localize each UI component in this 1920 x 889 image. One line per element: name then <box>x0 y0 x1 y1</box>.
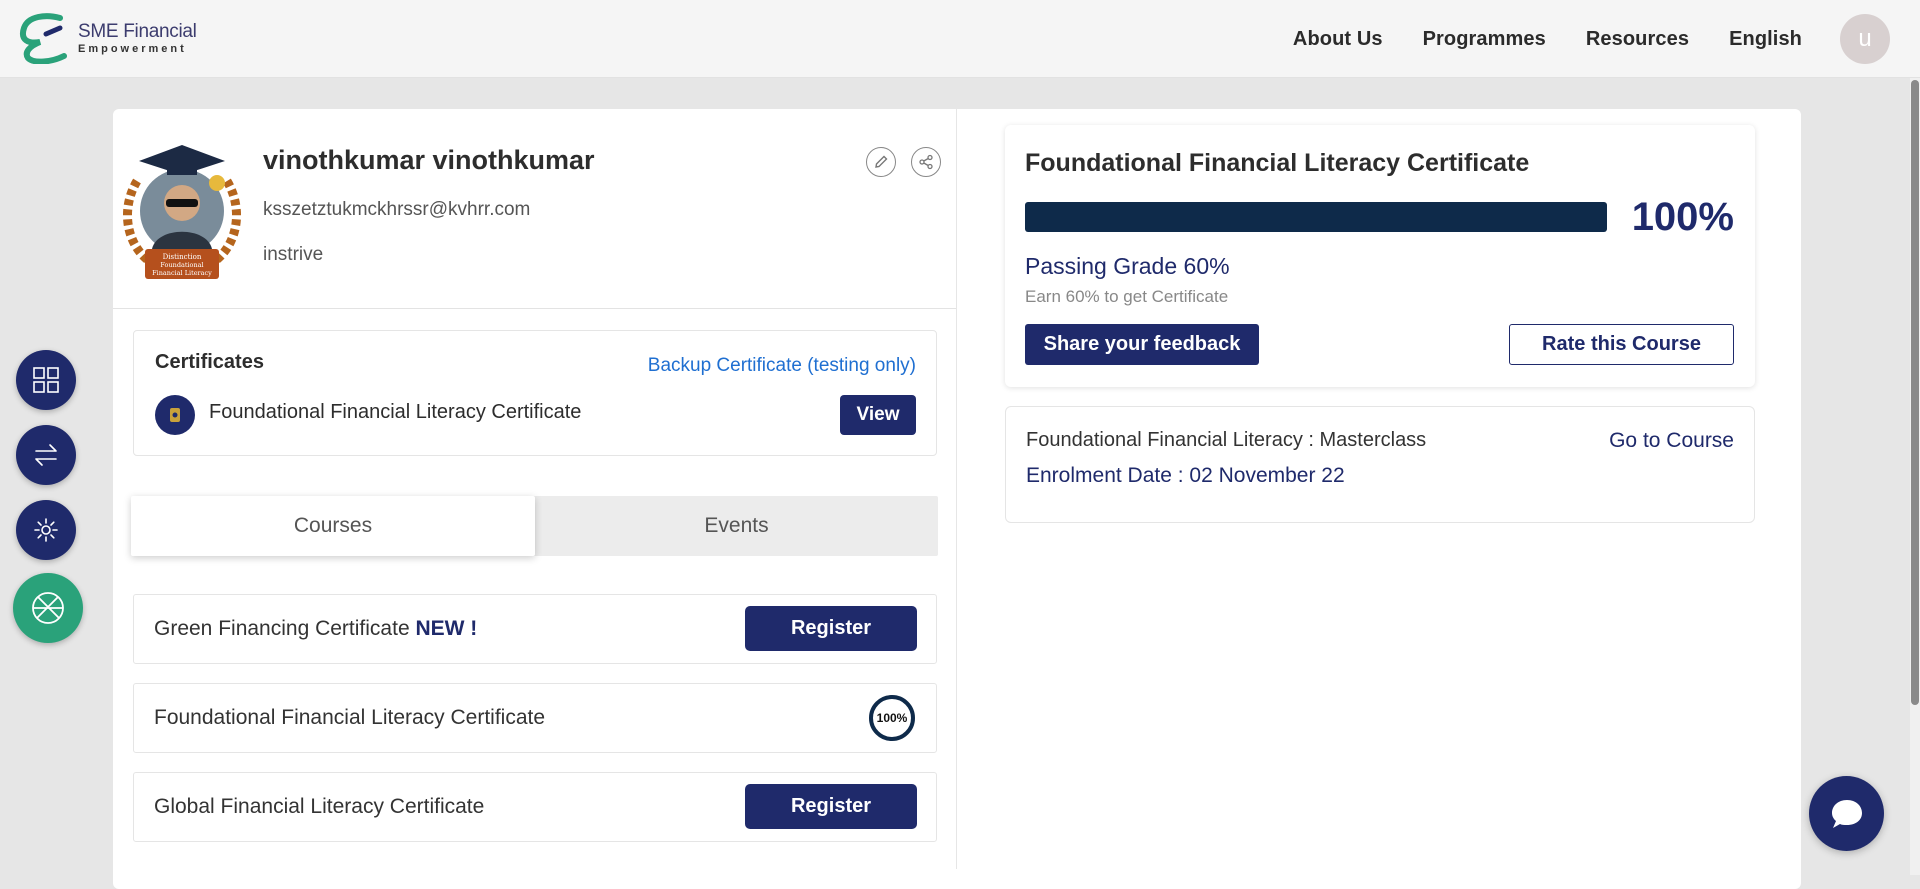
profile-name: vinothkumar vinothkumar <box>263 145 595 175</box>
course-row-green-financing: Green Financing Certificate NEW ! Regist… <box>133 594 937 664</box>
chat-bubble-icon <box>1831 799 1862 828</box>
progress-card-title: Foundational Financial Literacy Certific… <box>1025 149 1530 177</box>
share-feedback-button[interactable]: Share your feedback <box>1025 324 1259 365</box>
chat-button[interactable] <box>1809 776 1884 851</box>
dashboard-icon <box>33 367 59 393</box>
certificate-progress-card: Foundational Financial Literacy Certific… <box>1005 125 1755 387</box>
switch-icon <box>35 444 57 466</box>
profile-header: Distinction Foundational Financial Liter… <box>113 109 956 309</box>
edit-profile-button[interactable] <box>866 147 896 177</box>
progress-bar <box>1025 202 1607 232</box>
register-button[interactable]: Register <box>745 784 917 829</box>
course-title: Green Financing Certificate NEW ! <box>154 617 477 641</box>
share-icon <box>919 154 933 170</box>
rate-course-button[interactable]: Rate this Course <box>1509 324 1734 365</box>
pencil-icon <box>875 155 888 168</box>
course-title: Global Financial Literacy Certificate <box>154 795 485 818</box>
view-certificate-button[interactable]: View <box>840 395 916 435</box>
course-title: Foundational Financial Literacy Certific… <box>154 706 546 729</box>
nav-programmes[interactable]: Programmes <box>1423 28 1546 51</box>
tab-courses[interactable]: Courses <box>131 496 535 556</box>
nav-about-us[interactable]: About Us <box>1293 28 1383 51</box>
masterclass-card: Foundational Financial Literacy : Master… <box>1005 406 1755 523</box>
main-nav: About Us Programmes Resources English <box>1293 0 1802 78</box>
course-row-foundational: Foundational Financial Literacy Certific… <box>133 683 937 753</box>
right-column: Foundational Financial Literacy Certific… <box>957 109 1801 889</box>
badge-line-3: Financial Literacy <box>152 269 212 277</box>
course-row-global: Global Financial Literacy Certificate Re… <box>133 772 937 842</box>
left-column: Distinction Foundational Financial Liter… <box>113 109 957 869</box>
certificate-icon <box>155 395 195 435</box>
share-profile-button[interactable] <box>911 147 941 177</box>
earn-note: Earn 60% to get Certificate <box>1025 287 1229 306</box>
profile-badge: Distinction Foundational Financial Liter… <box>117 141 247 281</box>
profile-organization: instrive <box>263 244 324 265</box>
progress-bar-fill <box>1025 202 1607 232</box>
nav-language[interactable]: English <box>1729 28 1802 51</box>
badge-line-2: Foundational <box>160 261 203 269</box>
globe-icon <box>32 592 64 624</box>
go-to-course-link[interactable]: Go to Course <box>1609 429 1734 453</box>
certificates-title: Certificates <box>155 351 264 373</box>
tab-bar: Courses Events <box>131 496 938 556</box>
new-badge: NEW ! <box>415 617 478 640</box>
page-scrollbar[interactable] <box>1910 78 1920 875</box>
globe-button[interactable] <box>13 573 83 643</box>
user-avatar[interactable]: u <box>1840 14 1890 64</box>
tab-events[interactable]: Events <box>535 496 938 556</box>
course-progress-label: 100% <box>876 711 908 725</box>
backup-certificate-link[interactable]: Backup Certificate (testing only) <box>648 355 916 377</box>
course-title-text: Green Financing Certificate <box>154 617 410 640</box>
register-button[interactable]: Register <box>745 606 917 651</box>
profile-dashboard-card: Distinction Foundational Financial Liter… <box>113 109 1801 889</box>
settings-button[interactable] <box>16 500 76 560</box>
enrolment-date: Enrolment Date : 02 November 22 <box>1026 464 1345 487</box>
switch-button[interactable] <box>16 425 76 485</box>
profile-email: ksszetztukmckhrssr@kvhrr.com <box>263 199 531 220</box>
top-navigation-bar: SME Financial Empowerment About Us Progr… <box>0 0 1920 78</box>
logo-title: SME Financial <box>78 20 197 42</box>
logo-tagline: Empowerment <box>78 42 187 55</box>
certificate-name: Foundational Financial Literacy Certific… <box>209 401 582 423</box>
settings-icon <box>34 518 58 542</box>
scrollbar-thumb[interactable] <box>1911 80 1919 705</box>
brand-logo[interactable]: SME Financial Empowerment <box>16 12 197 64</box>
badge-line-1: Distinction <box>163 253 202 261</box>
graduation-badge-icon: Distinction Foundational Financial Liter… <box>122 145 242 279</box>
passing-grade: Passing Grade 60% <box>1025 253 1230 279</box>
nav-resources[interactable]: Resources <box>1586 28 1689 51</box>
masterclass-title: Foundational Financial Literacy : Master… <box>1026 429 1427 451</box>
course-progress-ring: 100% <box>867 693 917 743</box>
certificates-panel: Certificates Backup Certificate (testing… <box>133 330 937 456</box>
progress-percent: 100% <box>1631 195 1734 239</box>
dashboard-button[interactable] <box>16 350 76 410</box>
logo-icon <box>20 13 67 64</box>
